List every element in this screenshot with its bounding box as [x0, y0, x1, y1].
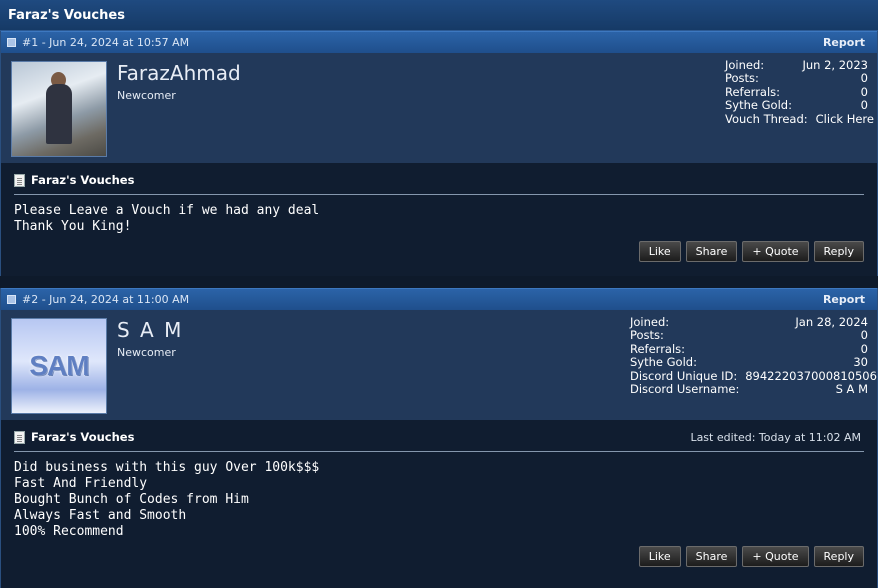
- quote-button[interactable]: + Quote: [742, 241, 809, 262]
- avatar[interactable]: [11, 61, 107, 157]
- post-line: Please Leave a Vouch if we had any deal: [14, 203, 320, 218]
- share-button[interactable]: Share: [685, 241, 738, 262]
- post-line: Bought Bunch of Codes from Him: [14, 492, 249, 507]
- quote-button[interactable]: + Quote: [742, 546, 809, 567]
- post-body: Did business with this guy Over 100k$$$ …: [14, 460, 864, 540]
- stat-value: 0: [860, 328, 868, 343]
- stat-value: S A M: [835, 382, 868, 397]
- content-title: Faraz's Vouches: [14, 173, 864, 195]
- post-line: Thank You King!: [14, 219, 132, 234]
- avatar-figure: [46, 84, 72, 144]
- stat-value: Jan 28, 2024: [795, 315, 868, 329]
- post-content: Faraz's Vouches Last edited: Today at 11…: [1, 420, 877, 588]
- post-icon: [7, 38, 16, 47]
- stat-value: 0: [860, 84, 868, 99]
- stat-label: Discord Unique ID:: [630, 368, 738, 383]
- username[interactable]: FarazAhmad: [117, 61, 241, 85]
- vouch-thread-link[interactable]: Click Here: [816, 112, 874, 126]
- stat-label: Sythe Gold:: [630, 355, 697, 370]
- stat-value: 30: [853, 355, 868, 370]
- stat-label: Posts:: [630, 328, 664, 343]
- content-title-text: Faraz's Vouches: [31, 173, 135, 187]
- stat-value: 0: [860, 341, 868, 356]
- stat-label: Posts:: [725, 71, 759, 86]
- user-rank: Newcomer: [117, 89, 176, 102]
- post-content: Faraz's Vouches Please Leave a Vouch if …: [1, 163, 877, 276]
- stat-label: Vouch Thread:: [725, 111, 808, 126]
- stat-value: 0: [860, 98, 868, 113]
- thread-title: Faraz's Vouches: [0, 0, 878, 31]
- stat-label: Joined:: [725, 58, 765, 72]
- document-icon: [14, 173, 25, 187]
- post-line: Always Fast and Smooth: [14, 508, 187, 523]
- username[interactable]: S A M: [117, 318, 183, 342]
- last-edited: Last edited: Today at 11:02 AM: [690, 431, 861, 444]
- stat-value: 0: [860, 71, 868, 86]
- avatar[interactable]: SAM: [11, 318, 107, 414]
- stat-value: 894222037000810506: [745, 368, 877, 383]
- share-button[interactable]: Share: [685, 546, 738, 567]
- report-link[interactable]: Report: [823, 36, 865, 49]
- user-stats: Joined: Jun 2, 2023 Posts: 0 Referrals: 0 S…: [725, 58, 874, 126]
- user-rank: Newcomer: [117, 346, 176, 359]
- user-profile: SAM S A M Newcomer Joined: Jan 28, 2024 P…: [1, 310, 877, 420]
- stat-label: Referrals:: [725, 84, 781, 99]
- like-button[interactable]: Like: [638, 241, 681, 262]
- post-header: #1 - Jun 24, 2024 at 10:57 AM Report: [1, 31, 877, 53]
- post-body: Please Leave a Vouch if we had any deal …: [14, 203, 864, 235]
- post-icon: [7, 295, 16, 304]
- post: #2 - Jun 24, 2024 at 11:00 AM Report SAM…: [0, 288, 878, 588]
- post-meta[interactable]: #2 - Jun 24, 2024 at 11:00 AM: [22, 293, 189, 306]
- reply-button[interactable]: Reply: [813, 241, 864, 262]
- post-header: #2 - Jun 24, 2024 at 11:00 AM Report: [1, 288, 877, 310]
- like-button[interactable]: Like: [638, 546, 681, 567]
- post-actions: Like Share + Quote Reply: [14, 546, 864, 567]
- post-line: 100% Recommend: [14, 524, 124, 539]
- content-title-text: Faraz's Vouches: [31, 430, 135, 444]
- post-separator: [0, 276, 878, 288]
- avatar-logo-text: SAM: [29, 350, 89, 381]
- post-line: Did business with this guy Over 100k$$$: [14, 460, 320, 475]
- stat-value: Jun 2, 2023: [802, 58, 868, 72]
- reply-button[interactable]: Reply: [813, 546, 864, 567]
- document-icon: [14, 430, 25, 444]
- post-line: Fast And Friendly: [14, 476, 148, 491]
- user-profile: FarazAhmad Newcomer Joined: Jun 2, 2023 P…: [1, 53, 877, 163]
- stat-label: Joined:: [630, 315, 670, 329]
- post-meta[interactable]: #1 - Jun 24, 2024 at 10:57 AM: [22, 36, 189, 49]
- post: #1 - Jun 24, 2024 at 10:57 AM Report Far…: [0, 31, 878, 276]
- stat-label: Sythe Gold:: [725, 98, 792, 113]
- report-link[interactable]: Report: [823, 293, 865, 306]
- post-actions: Like Share + Quote Reply: [14, 241, 864, 262]
- stat-label: Discord Username:: [630, 382, 740, 397]
- user-stats: Joined: Jan 28, 2024 Posts: 0 Referrals: 0 …: [630, 315, 877, 397]
- stat-label: Referrals:: [630, 341, 686, 356]
